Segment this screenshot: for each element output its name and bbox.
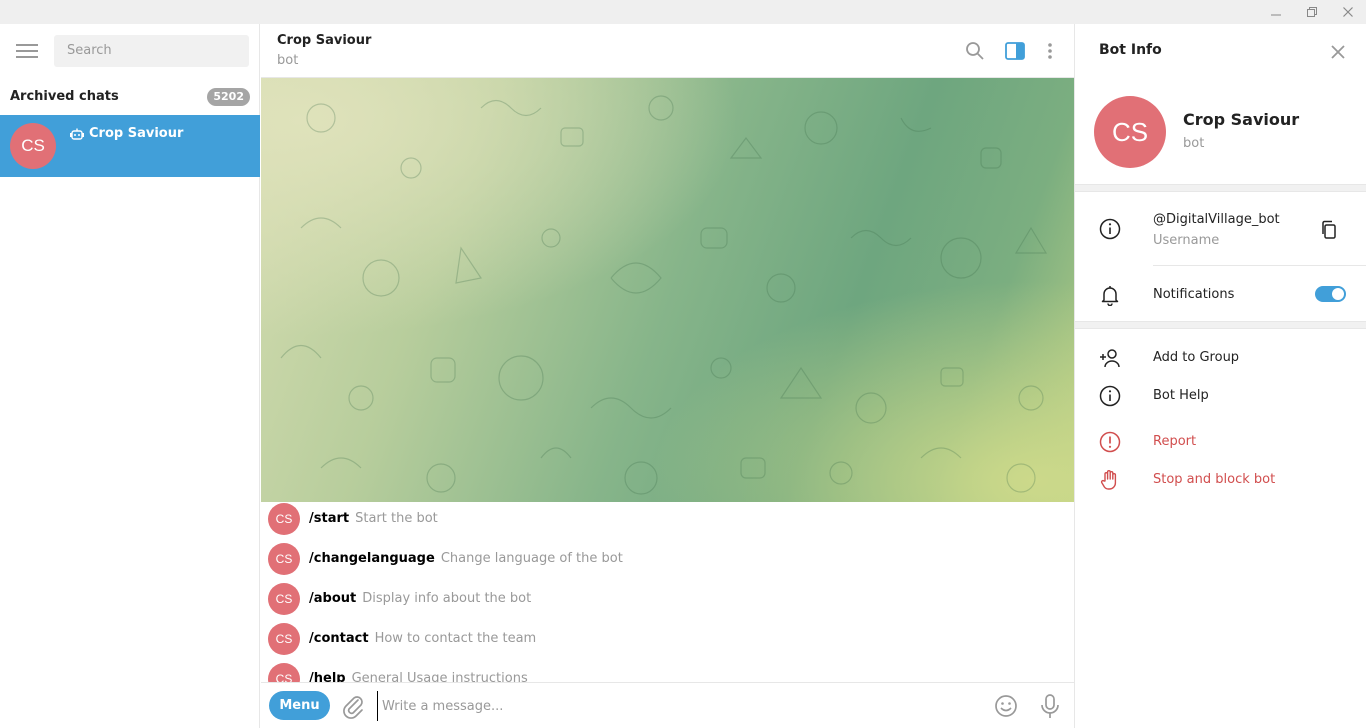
message-composer: Menu [261, 682, 1074, 728]
chat-item-title-row: Crop Saviour [70, 126, 183, 141]
command-description: Change language of the bot [440, 551, 623, 566]
bell-icon [1101, 286, 1119, 306]
command-text: /changelanguage Change language of the bo… [309, 551, 623, 566]
avatar: CS [268, 543, 300, 575]
command-name: /about [309, 591, 357, 606]
message-input[interactable] [377, 691, 977, 721]
chat-title[interactable]: Crop Saviour [277, 33, 371, 48]
notifications-row[interactable]: Notifications [1075, 274, 1366, 316]
avatar: CS [10, 123, 56, 169]
command-name: /help [309, 671, 346, 682]
chat-status: bot [277, 53, 299, 68]
close-window-button[interactable] [1330, 0, 1366, 24]
info-icon [1099, 385, 1121, 407]
report-icon [1099, 431, 1121, 453]
emoji-icon[interactable] [994, 694, 1018, 718]
username-label: Username [1153, 233, 1220, 248]
command-item[interactable]: CS /help General Usage instructions [261, 660, 1074, 682]
chat-header: Crop Saviour bot [261, 24, 1074, 78]
chat-list-sidebar: Search Archived chats 5202 CS Crop Savio… [0, 24, 260, 728]
notifications-label: Notifications [1153, 287, 1235, 302]
avatar: CS [268, 623, 300, 655]
avatar: CS [268, 503, 300, 535]
command-description: General Usage instructions [351, 671, 528, 682]
close-icon [1343, 7, 1353, 17]
action-bot-help[interactable]: Bot Help [1075, 380, 1366, 412]
archived-chats-row[interactable]: Archived chats 5202 [0, 84, 260, 114]
username-row[interactable]: @DigitalVillage_bot Username [1075, 200, 1366, 264]
command-item[interactable]: CS /start Start the bot [261, 502, 1074, 540]
restore-icon [1307, 7, 1317, 17]
action-stop-and-block[interactable]: Stop and block bot [1075, 464, 1366, 496]
search-button[interactable] [963, 39, 987, 63]
hamburger-menu-icon[interactable] [16, 43, 38, 59]
notifications-toggle[interactable] [1315, 286, 1346, 302]
doodle-pattern [280, 95, 1048, 495]
command-description: How to contact the team [374, 631, 537, 646]
section-divider [1075, 184, 1366, 192]
panel-title: Bot Info [1099, 42, 1162, 58]
command-text: /about Display info about the bot [309, 591, 531, 606]
action-label: Bot Help [1153, 388, 1209, 403]
bot-icon [70, 128, 84, 140]
bot-commands-list: CS /start Start the bot CS /changelanguag… [261, 502, 1074, 682]
row-separator [1153, 265, 1366, 266]
profile-subtitle: bot [1183, 136, 1205, 151]
window-title-bar [0, 0, 1366, 24]
attach-icon[interactable] [341, 693, 365, 719]
chat-wallpaper [261, 78, 1074, 502]
more-vertical-icon [1048, 43, 1052, 59]
command-item[interactable]: CS /changelanguage Change language of the… [261, 540, 1074, 580]
action-label: Report [1153, 434, 1197, 449]
restore-button[interactable] [1294, 0, 1330, 24]
minimize-icon [1271, 14, 1281, 16]
bot-info-panel: Bot Info CS Crop Saviour bot @DigitalVil… [1074, 24, 1366, 728]
username-value: @DigitalVillage_bot [1153, 212, 1280, 227]
avatar[interactable]: CS [1094, 96, 1166, 168]
avatar: CS [268, 663, 300, 682]
command-item[interactable]: CS /contact How to contact the team [261, 620, 1074, 660]
command-name: /start [309, 511, 350, 526]
chat-item-title: Crop Saviour [89, 126, 184, 141]
action-report[interactable]: Report [1075, 426, 1366, 458]
side-panel-icon [1005, 42, 1025, 60]
more-options-button[interactable] [1038, 39, 1062, 63]
command-name: /changelanguage [309, 551, 435, 566]
archived-count-badge: 5202 [207, 88, 250, 106]
chat-area: Crop Saviour bot CS /start Start the bot… [261, 24, 1074, 728]
command-description: Start the bot [355, 511, 438, 526]
add-user-icon [1100, 349, 1120, 368]
avatar: CS [268, 583, 300, 615]
command-item[interactable]: CS /about Display info about the bot [261, 580, 1074, 620]
close-icon[interactable] [1328, 42, 1348, 62]
command-text: /contact How to contact the team [309, 631, 536, 646]
command-text: /start Start the bot [309, 511, 438, 526]
command-name: /contact [309, 631, 369, 646]
info-icon [1099, 218, 1121, 240]
search-input[interactable]: Search [54, 35, 249, 67]
copy-icon[interactable] [1320, 220, 1338, 240]
bot-menu-button[interactable]: Menu [269, 691, 330, 720]
command-text: /help General Usage instructions [309, 671, 528, 682]
hand-stop-icon [1100, 470, 1117, 490]
microphone-icon[interactable] [1039, 693, 1061, 719]
action-label: Stop and block bot [1153, 472, 1276, 487]
chat-list-item[interactable]: CS Crop Saviour [0, 115, 260, 177]
minimize-button[interactable] [1258, 0, 1294, 24]
toggle-knob [1332, 288, 1344, 300]
search-icon [966, 42, 984, 60]
action-add-to-group[interactable]: Add to Group [1075, 342, 1366, 374]
command-description: Display info about the bot [362, 591, 532, 606]
section-divider [1075, 321, 1366, 329]
action-label: Add to Group [1153, 350, 1240, 365]
profile-name: Crop Saviour [1183, 110, 1300, 129]
toggle-info-panel-button[interactable] [1003, 39, 1027, 63]
archived-chats-label: Archived chats [10, 89, 119, 104]
